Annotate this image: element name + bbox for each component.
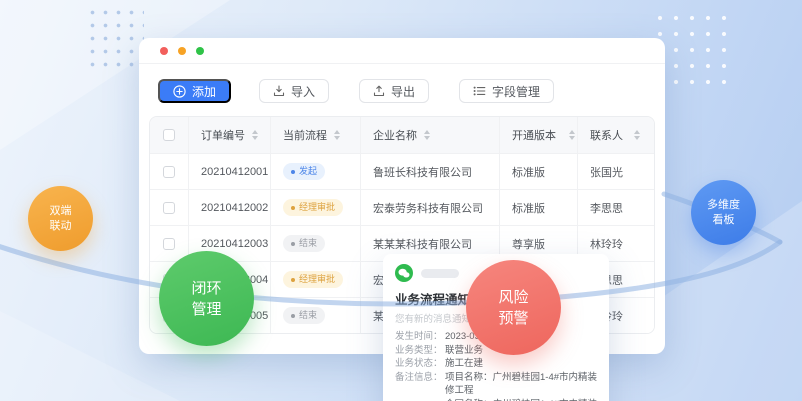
table-row: 20210412001 发起 鲁班长科技有限公司 标准版 张国光 xyxy=(150,153,654,189)
flow-status-badge: 结束 xyxy=(283,235,325,252)
feature-bubble-kanban: 多维度 看板 xyxy=(691,180,756,245)
notification-field: 备注信息： 项目名称：广州碧桂园1-4#市内精装修工程 xyxy=(395,371,597,398)
add-button-label: 添加 xyxy=(192,83,216,100)
feature-bubble-risk-warning: 风险 预警 xyxy=(466,260,561,355)
toolbar: 添加 导入 导出 字段管理 xyxy=(139,64,665,114)
row-checkbox[interactable] xyxy=(163,166,175,178)
notification-field-continuation: 合同名称：广州碧桂园1-4#市内精装修工程龙骨采购合同 xyxy=(395,398,597,401)
notification-source-placeholder xyxy=(421,269,459,278)
header-contact[interactable]: 联系人 xyxy=(577,117,654,153)
row-checkbox[interactable] xyxy=(163,238,175,250)
table-header-row: 订单编号 当前流程 企业名称 开通版本 联系人 xyxy=(150,117,654,153)
header-company-name[interactable]: 企业名称 xyxy=(360,117,499,153)
export-button-label: 导出 xyxy=(391,83,415,100)
notification-field: 业务状态： 施工在建 xyxy=(395,357,597,371)
dot-grid-top-left xyxy=(86,6,144,72)
version-cell: 标准版 xyxy=(499,154,577,189)
window-minimize-icon[interactable] xyxy=(178,47,186,55)
order-number-cell: 20210412001 xyxy=(188,154,270,189)
header-checkbox-cell xyxy=(150,117,188,153)
import-button-label: 导入 xyxy=(291,83,315,100)
header-order-number[interactable]: 订单编号 xyxy=(188,117,270,153)
header-version[interactable]: 开通版本 xyxy=(499,117,577,153)
feature-bubble-dual-linkage: 双端 联动 xyxy=(28,186,93,251)
flow-status-badge: 经理审批 xyxy=(283,271,343,288)
feature-bubble-closed-loop: 闭环 管理 xyxy=(159,251,254,346)
page-background: 添加 导入 导出 字段管理 xyxy=(0,0,802,401)
order-number-cell: 20210412002 xyxy=(188,190,270,225)
export-icon xyxy=(373,85,385,97)
sort-icon[interactable] xyxy=(634,130,640,140)
sort-icon[interactable] xyxy=(424,130,430,140)
field-management-button-label: 字段管理 xyxy=(492,83,540,100)
contact-cell: 张国光 xyxy=(577,154,654,189)
sort-icon[interactable] xyxy=(569,130,575,140)
export-button[interactable]: 导出 xyxy=(359,79,429,103)
flow-status-badge: 经理审批 xyxy=(283,199,343,216)
import-button[interactable]: 导入 xyxy=(259,79,329,103)
version-cell: 标准版 xyxy=(499,190,577,225)
field-management-button[interactable]: 字段管理 xyxy=(459,79,554,103)
window-titlebar xyxy=(139,38,665,64)
company-cell: 鲁班长科技有限公司 xyxy=(360,154,499,189)
window-maximize-icon[interactable] xyxy=(196,47,204,55)
table-row: 20210412002 经理审批 宏泰劳务科技有限公司 标准版 李思思 xyxy=(150,189,654,225)
contact-cell: 李思思 xyxy=(577,190,654,225)
import-icon xyxy=(273,85,285,97)
list-icon xyxy=(473,85,486,97)
add-button[interactable]: 添加 xyxy=(158,79,231,103)
wechat-icon xyxy=(395,264,413,282)
select-all-checkbox[interactable] xyxy=(163,129,175,141)
header-current-flow[interactable]: 当前流程 xyxy=(270,117,360,153)
plus-circle-icon xyxy=(173,85,186,98)
sort-icon[interactable] xyxy=(334,130,340,140)
sort-icon[interactable] xyxy=(252,130,258,140)
window-close-icon[interactable] xyxy=(160,47,168,55)
company-cell: 宏泰劳务科技有限公司 xyxy=(360,190,499,225)
row-checkbox[interactable] xyxy=(163,202,175,214)
flow-status-badge: 结束 xyxy=(283,307,325,324)
flow-status-badge: 发起 xyxy=(283,163,325,180)
